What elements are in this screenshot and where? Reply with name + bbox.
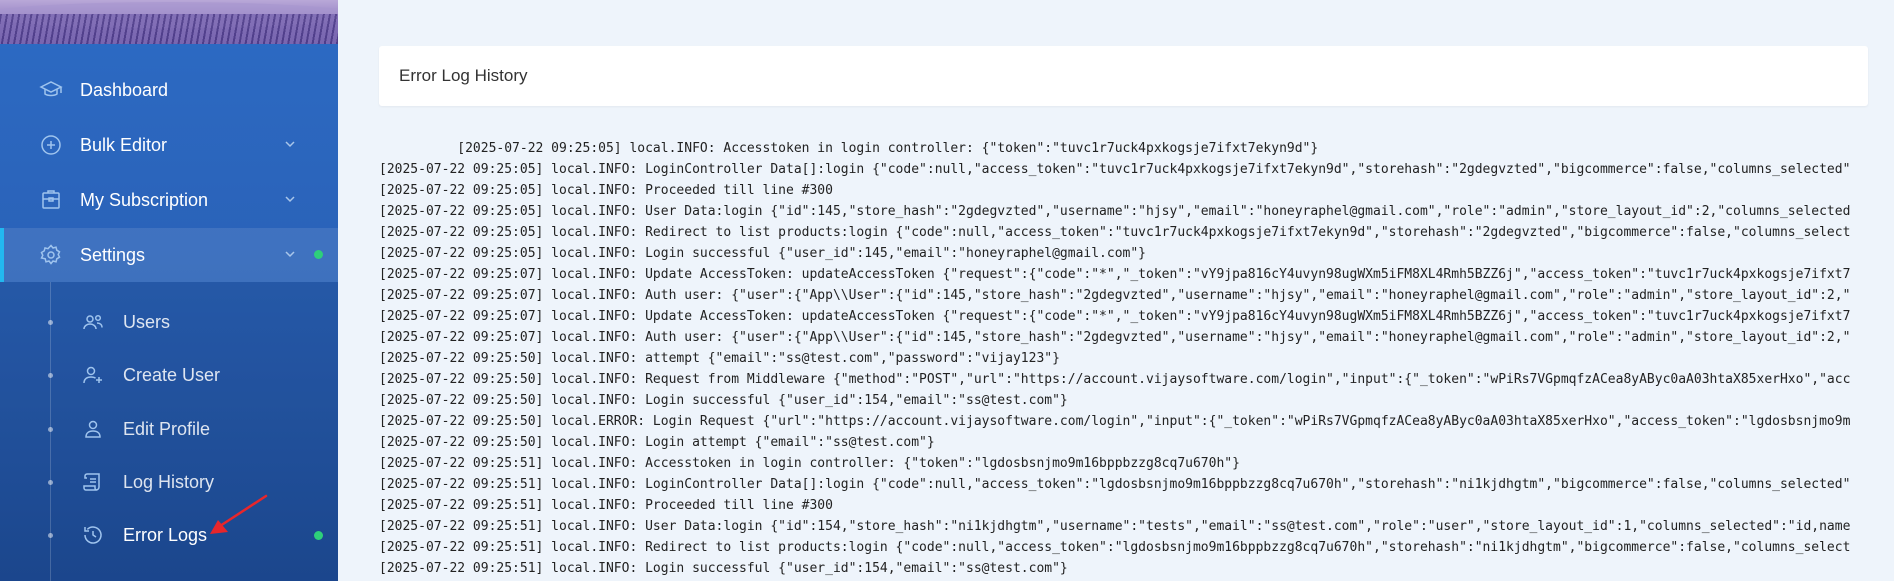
log-line: [2025-07-22 09:25:51] local.INFO: User D…: [379, 519, 1851, 534]
plus-circle-icon: [38, 132, 64, 158]
log-line: [2025-07-22 09:25:07] local.INFO: Update…: [379, 309, 1851, 324]
sidebar-item-label: My Subscription: [80, 189, 209, 210]
users-icon: [80, 309, 106, 335]
error-log-content[interactable]: [2025-07-22 09:25:05] local.INFO: Access…: [379, 138, 1868, 578]
bullet-dot: [48, 532, 53, 538]
log-line: [2025-07-22 09:25:51] local.INFO: Procee…: [379, 498, 833, 513]
log-line: [2025-07-22 09:25:05] local.INFO: Login …: [379, 246, 1147, 261]
sidebar-item-my-subscription[interactable]: My Subscription: [0, 173, 338, 227]
page-header-card: Error Log History: [379, 46, 1868, 106]
add-user-icon: [80, 362, 106, 388]
page-title: Error Log History: [399, 66, 528, 85]
log-line: [2025-07-22 09:25:50] local.ERROR: Login…: [379, 414, 1851, 429]
sidebar-subitem-label: Users: [123, 311, 171, 332]
log-line: [2025-07-22 09:25:07] local.INFO: Auth u…: [379, 330, 1851, 345]
log-line: [2025-07-22 09:25:50] local.INFO: Login …: [379, 393, 1068, 408]
sidebar-item-bulk-editor[interactable]: Bulk Editor: [0, 118, 338, 172]
log-line: [2025-07-22 09:25:51] local.INFO: Redire…: [379, 540, 1851, 555]
chevron-down-icon: [284, 248, 296, 263]
log-line: [2025-07-22 09:25:05] local.INFO: LoginC…: [379, 162, 1851, 177]
sidebar-item-settings[interactable]: Settings: [0, 228, 338, 282]
graduation-cap-icon: [38, 77, 64, 103]
bullet-dot: [48, 479, 53, 485]
briefcase-icon: [38, 187, 64, 213]
sidebar-subitem-error-logs[interactable]: Error Logs: [0, 513, 338, 557]
sidebar-subitem-edit-profile[interactable]: Edit Profile: [0, 407, 338, 451]
log-line: [2025-07-22 09:25:07] local.INFO: Auth u…: [379, 288, 1851, 303]
log-line: [2025-07-22 09:25:07] local.INFO: Update…: [379, 267, 1851, 282]
sidebar-subitem-label: Log History: [123, 471, 215, 492]
sidebar-banner-image: [0, 0, 338, 44]
log-line: [2025-07-22 09:25:51] local.INFO: LoginC…: [379, 477, 1851, 492]
chevron-down-icon: [284, 193, 296, 208]
sidebar-item-label: Bulk Editor: [80, 134, 168, 155]
sidebar-subitem-label: Create User: [123, 364, 221, 385]
log-line: [2025-07-22 09:25:50] local.INFO: Reques…: [379, 372, 1851, 387]
bullet-dot: [48, 319, 53, 325]
log-line: [2025-07-22 09:25:51] local.INFO: Access…: [379, 456, 1240, 471]
banner-lavender-rows: [0, 14, 338, 44]
history-icon: [80, 522, 106, 548]
sidebar-subitem-label: Error Logs: [123, 524, 208, 545]
sidebar-item-label: Dashboard: [80, 79, 169, 100]
chevron-down-icon: [284, 138, 296, 153]
sidebar-subitem-create-user[interactable]: Create User: [0, 353, 338, 397]
sidebar-subitem-label: Edit Profile: [123, 418, 211, 439]
sidebar-item-dashboard[interactable]: Dashboard: [0, 63, 338, 117]
log-line: [2025-07-22 09:25:05] local.INFO: Redire…: [379, 225, 1851, 240]
red-arrow-icon: [210, 494, 268, 534]
gear-icon: [38, 242, 64, 268]
log-line: [2025-07-22 09:25:05] local.INFO: User D…: [379, 204, 1851, 219]
bullet-dot: [48, 426, 53, 432]
log-line: [2025-07-22 09:25:05] local.INFO: Procee…: [379, 183, 833, 198]
log-line: [2025-07-22 09:25:50] local.INFO: attemp…: [379, 351, 1060, 366]
sidebar-item-label: Settings: [80, 244, 146, 265]
user-icon: [80, 416, 106, 442]
log-line: [2025-07-22 09:25:50] local.INFO: Login …: [379, 435, 935, 450]
bullet-dot: [48, 372, 53, 378]
active-indicator-dot: [314, 250, 323, 259]
sidebar-subitem-users[interactable]: Users: [0, 300, 338, 344]
log-line: [2025-07-22 09:25:51] local.INFO: Login …: [379, 561, 1068, 576]
sidebar-subitem-log-history[interactable]: Log History: [0, 460, 338, 504]
sidebar: Dashboard Bulk Editor My Subscription Se…: [0, 0, 338, 581]
scroll-icon: [80, 469, 106, 495]
log-line: [2025-07-22 09:25:05] local.INFO: Access…: [379, 141, 1319, 156]
active-indicator-dot: [314, 531, 323, 540]
